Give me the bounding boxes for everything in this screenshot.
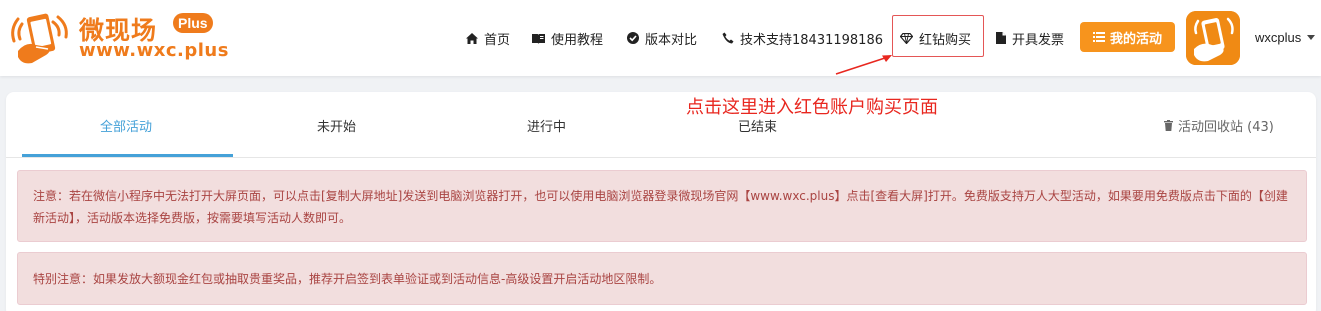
active-tab-indicator (22, 154, 233, 157)
trash-icon (1164, 120, 1173, 131)
my-activity-button[interactable]: 我的活动 (1080, 22, 1175, 52)
nav-support[interactable]: 技术支持18431198186 (722, 27, 883, 49)
phone-hand-logo-icon (11, 13, 68, 64)
brand-logo[interactable]: 微现场 Plus www.wxc.plus (8, 9, 228, 67)
plus-badge: Plus (173, 13, 213, 33)
nav-invoice[interactable]: 开具发票 (996, 27, 1064, 49)
activity-tabs: 全部活动 未开始 进行中 已结束 活动回收站 (43) (6, 92, 1316, 158)
nav-tutorial[interactable]: 使用教程 (532, 27, 603, 49)
tab-in-progress[interactable]: 进行中 (527, 116, 566, 135)
book-icon (532, 33, 545, 44)
nav-home[interactable]: 首页 (466, 27, 510, 49)
nav-home-label: 首页 (484, 32, 511, 48)
tab-all[interactable]: 全部活动 (100, 116, 152, 135)
nav-invoice-label: 开具发票 (1012, 32, 1065, 48)
tab-recycle-bin[interactable]: 活动回收站 (43) (1164, 116, 1274, 135)
tab-recycle-label: 活动回收站 (43) (1178, 120, 1274, 135)
avatar[interactable] (1186, 11, 1240, 65)
phone-icon (722, 32, 734, 44)
phone-hand-avatar-icon (1186, 11, 1240, 65)
nav-compare[interactable]: 版本对比 (627, 27, 697, 49)
home-icon (466, 32, 478, 44)
my-activity-label: 我的活动 (1109, 31, 1162, 47)
nav-tutorial-label: 使用教程 (551, 32, 604, 48)
annotation-text: 点击这里进入红色账户购买页面 (686, 97, 938, 118)
list-icon (1092, 32, 1105, 42)
nav-red-diamond[interactable]: 红钻购买 (900, 27, 971, 49)
user-menu[interactable]: wxcplus (1255, 27, 1316, 47)
document-icon (996, 32, 1006, 44)
nav-compare-label: 版本对比 (645, 32, 698, 48)
check-circle-icon (627, 32, 639, 44)
notice-alert: 注意：若在微信小程序中无法打开大屏页面，可以点击[复制大屏地址]发送到电脑浏览器… (17, 170, 1307, 242)
tab-not-started[interactable]: 未开始 (317, 116, 356, 135)
username: wxcplus (1255, 29, 1302, 45)
brand-url: www.wxc.plus (79, 40, 229, 61)
top-header: 微现场 Plus www.wxc.plus 首页 使用教程 版本对比 技术支持1… (0, 0, 1321, 76)
annotation-arrow-icon (835, 55, 892, 75)
diamond-icon (900, 32, 913, 44)
nav-red-diamond-label: 红钻购买 (919, 32, 972, 48)
caret-down-icon (1307, 34, 1316, 40)
special-notice-alert: 特别注意：如果发放大额现金红包或抽取贵重奖品，推荐开启签到表单验证或到活动信息-… (17, 252, 1307, 305)
nav-support-label: 技术支持18431198186 (740, 32, 883, 48)
